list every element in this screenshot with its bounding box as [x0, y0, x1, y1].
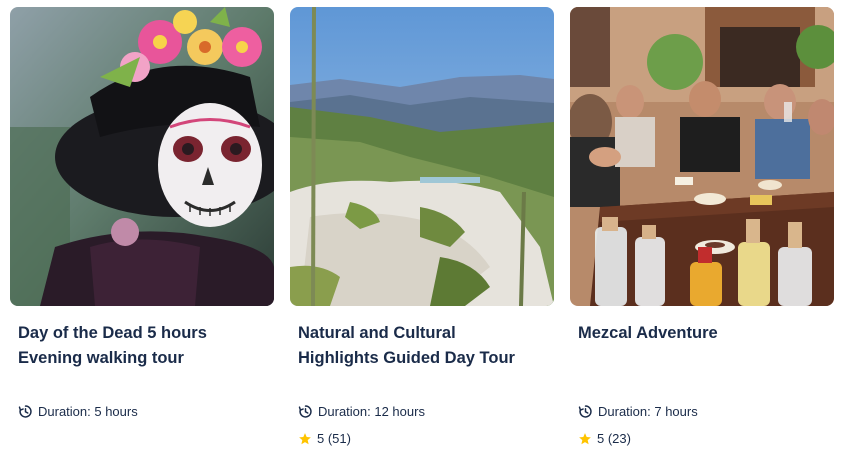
tour-title[interactable]: Natural and Cultural Highlights Guided D…: [298, 321, 548, 371]
tour-duration: Duration: 5 hours: [18, 404, 138, 419]
tour-card-list: Day of the Dead 5 hours Evening walking …: [0, 0, 841, 458]
tour-title[interactable]: Mezcal Adventure: [578, 321, 828, 346]
tour-rating: 5 (51): [298, 431, 351, 446]
star-icon: [578, 432, 592, 446]
tour-rating-label: 5 (23): [597, 431, 631, 446]
tour-duration-label: Duration: 5 hours: [38, 404, 138, 419]
tour-card-image[interactable]: [10, 7, 274, 306]
clock-icon: [578, 404, 593, 419]
tour-card-image[interactable]: [290, 7, 554, 306]
clock-icon: [18, 404, 33, 419]
day-of-the-dead-photo: [10, 7, 274, 306]
tour-card[interactable]: Natural and Cultural Highlights Guided D…: [290, 7, 554, 452]
tour-title[interactable]: Day of the Dead 5 hours Evening walking …: [18, 321, 268, 371]
clock-icon: [298, 404, 313, 419]
tour-card[interactable]: Mezcal Adventure Duration: 7 hours 5 (23…: [570, 7, 834, 452]
mountain-landscape-photo: [290, 7, 554, 306]
tour-duration: Duration: 12 hours: [298, 404, 425, 419]
tour-duration-label: Duration: 7 hours: [598, 404, 698, 419]
star-icon: [298, 432, 312, 446]
tour-duration-label: Duration: 12 hours: [318, 404, 425, 419]
tour-rating: 5 (23): [578, 431, 631, 446]
tour-rating-label: 5 (51): [317, 431, 351, 446]
mezcal-tasting-photo: [570, 7, 834, 306]
tour-card-image[interactable]: [570, 7, 834, 306]
tour-duration: Duration: 7 hours: [578, 404, 698, 419]
tour-card[interactable]: Day of the Dead 5 hours Evening walking …: [10, 7, 274, 452]
